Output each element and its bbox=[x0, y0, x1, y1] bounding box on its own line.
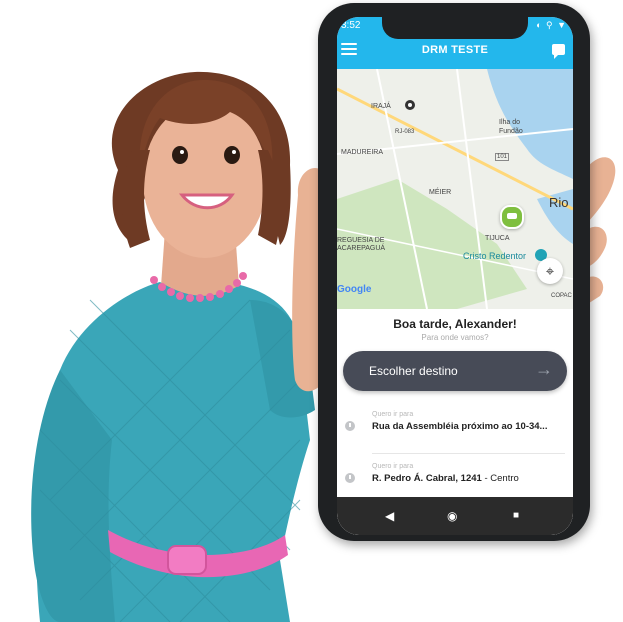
phone-notch bbox=[382, 17, 528, 39]
recent-destination-item[interactable]: Quero ir para Rua da Assembléia próximo … bbox=[337, 403, 573, 451]
locate-icon[interactable]: ⌖ bbox=[537, 258, 563, 284]
car-pin-icon[interactable] bbox=[500, 205, 524, 229]
map-label: REGUESIA DE bbox=[337, 237, 385, 244]
map-label: COPAC bbox=[551, 293, 572, 299]
status-icons: ◐ ⚲ ▼ bbox=[536, 20, 567, 30]
greeting-subtitle: Para onde vamos? bbox=[421, 333, 489, 342]
android-nav-bar: ◀ ◉ ■ bbox=[337, 497, 573, 535]
right-eye bbox=[224, 146, 240, 164]
face bbox=[143, 102, 267, 258]
app-bar: 3:52 ◐ ⚲ ▼ DRM TESTE bbox=[337, 17, 573, 69]
map-view[interactable]: IRAJÁ RJ-083 Ilha do Fundão MADUREIRA 10… bbox=[337, 69, 573, 309]
map-label: 101 bbox=[495, 153, 510, 161]
left-eye bbox=[172, 146, 188, 164]
arrow-right-icon: → bbox=[535, 359, 553, 379]
map-label: MÉIER bbox=[429, 189, 452, 196]
app-title: DRM TESTE bbox=[421, 44, 489, 56]
map-label: Rio bbox=[549, 195, 569, 210]
map-label: Cristo Redentor bbox=[463, 251, 527, 261]
recent-destination-item[interactable]: Quero ir para R. Pedro Á. Cabral, 1241 -… bbox=[337, 455, 573, 503]
map-label: RJ-083 bbox=[395, 129, 415, 135]
map-label: Fundão bbox=[499, 128, 523, 135]
nav-back-icon[interactable]: ◀ bbox=[385, 509, 394, 523]
map-label: IRAJÁ bbox=[371, 103, 391, 110]
recent-hint: Quero ir para bbox=[372, 411, 414, 418]
recent-address: Rua da Assembléia próximo ao 10-34... bbox=[372, 421, 548, 432]
nav-recents-icon[interactable]: ■ bbox=[513, 510, 519, 521]
google-logo: Google bbox=[337, 284, 372, 295]
recent-hint: Quero ir para bbox=[372, 463, 414, 470]
map-label: MADUREIRA bbox=[341, 149, 384, 156]
map-label: TIJUCA bbox=[485, 235, 510, 242]
nav-home-icon[interactable]: ◉ bbox=[447, 509, 457, 523]
clock-icon bbox=[345, 473, 355, 483]
chat-icon[interactable] bbox=[552, 44, 565, 59]
belt-buckle bbox=[167, 545, 207, 575]
phone-screen: 3:52 ◐ ⚲ ▼ DRM TESTE IRAJÁ RJ-083 Ilha d… bbox=[337, 17, 573, 535]
choose-destination-label: Escolher destino bbox=[369, 364, 458, 378]
status-time: 3:52 bbox=[341, 20, 361, 31]
map-label: ACAREPAGUÁ bbox=[337, 245, 386, 252]
divider bbox=[372, 453, 565, 454]
clock-icon bbox=[345, 421, 355, 431]
greeting-title: Boa tarde, Alexander! bbox=[393, 317, 517, 331]
choose-destination-button[interactable]: Escolher destino → bbox=[343, 351, 567, 391]
recent-address: R. Pedro Á. Cabral, 1241 - Centro bbox=[372, 473, 519, 484]
map-label: Ilha do bbox=[499, 119, 521, 126]
